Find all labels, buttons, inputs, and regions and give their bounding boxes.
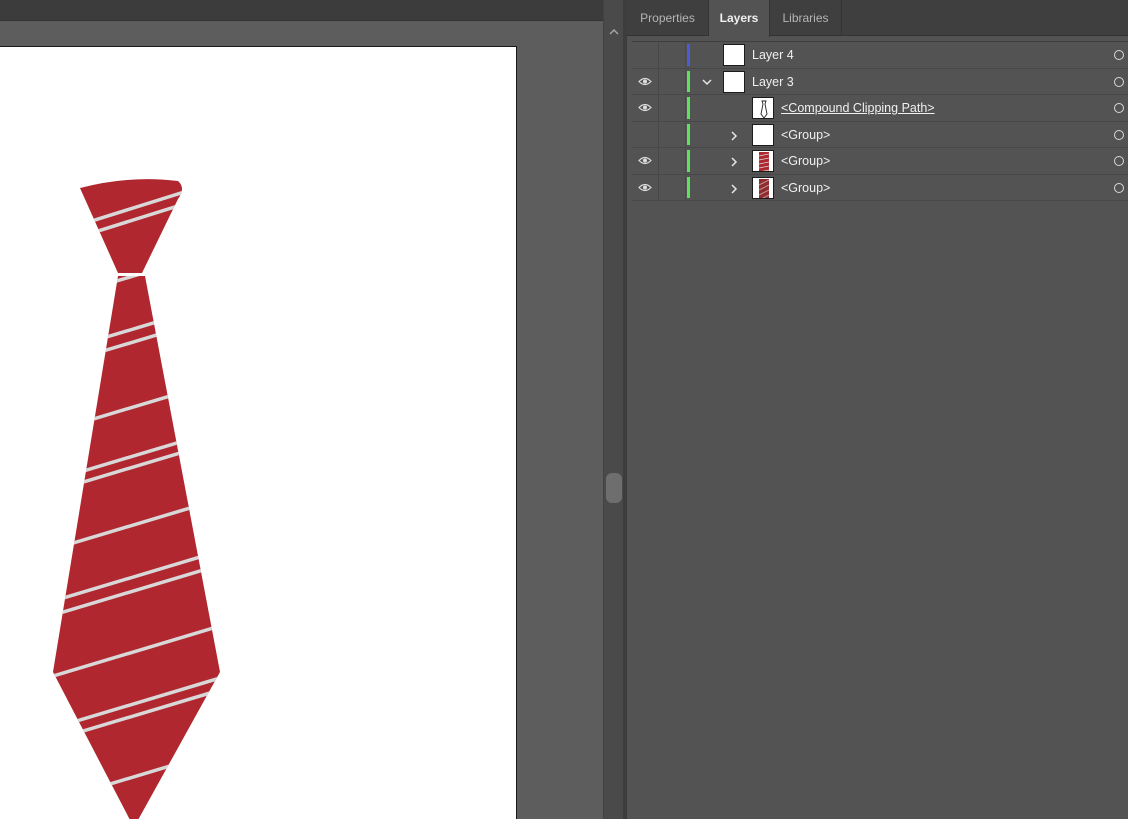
expand-toggle[interactable] <box>726 148 742 174</box>
visibility-toggle[interactable] <box>632 42 659 68</box>
target-circle-icon[interactable] <box>1114 103 1124 113</box>
visibility-toggle[interactable] <box>632 148 659 174</box>
layer-thumbnail <box>752 176 774 199</box>
layer-thumbnail <box>752 150 774 172</box>
layer-color-indicator <box>687 150 690 172</box>
lock-toggle[interactable] <box>659 42 686 68</box>
eye-icon <box>638 183 652 191</box>
tie-knot[interactable] <box>60 179 200 273</box>
layer-row[interactable]: <Group> <box>632 121 1128 148</box>
chevron-right-icon <box>731 157 738 167</box>
layers-panel: Properties Layers Libraries Layer 4 Layer… <box>627 0 1128 819</box>
visibility-toggle[interactable] <box>632 174 659 200</box>
layer-name[interactable]: <Group> <box>781 122 830 148</box>
scroll-up-button[interactable] <box>604 22 624 42</box>
visibility-toggle[interactable] <box>632 121 659 147</box>
document-tab-bar <box>0 0 603 21</box>
layer-row[interactable]: Layer 4 <box>632 42 1128 69</box>
lock-toggle[interactable] <box>659 95 686 121</box>
tab-properties[interactable]: Properties <box>627 0 709 36</box>
target-circle-icon[interactable] <box>1114 156 1124 166</box>
layer-thumbnail <box>752 97 774 119</box>
scrollbar-thumb[interactable] <box>606 473 622 503</box>
layer-row[interactable]: <Compound Clipping Path> <box>632 95 1128 122</box>
layer-thumbnail <box>723 44 745 66</box>
visibility-toggle[interactable] <box>632 95 659 121</box>
layer-row[interactable]: <Group> <box>632 148 1128 175</box>
tab-layers[interactable]: Layers <box>709 0 770 37</box>
tab-libraries[interactable]: Libraries <box>770 0 842 36</box>
artboard[interactable] <box>0 46 517 819</box>
eye-icon <box>638 103 652 112</box>
lock-toggle[interactable] <box>659 148 686 174</box>
expand-toggle[interactable] <box>726 175 742 201</box>
tie-knot-shape <box>80 179 182 273</box>
layer-name[interactable]: <Group> <box>781 148 830 174</box>
expand-toggle[interactable] <box>726 122 742 148</box>
layers-list: Layer 4 Layer 3 <Compound Clipping Path> <G… <box>632 41 1128 201</box>
layer-row[interactable]: Layer 3 <box>632 68 1128 95</box>
lock-toggle[interactable] <box>659 174 686 200</box>
layer-name[interactable]: Layer 4 <box>752 42 794 68</box>
target-circle-icon[interactable] <box>1114 129 1124 140</box>
tie-blade[interactable] <box>40 244 240 819</box>
chevron-right-icon <box>731 130 738 141</box>
target-circle-icon[interactable] <box>1114 76 1124 87</box>
eye-icon <box>638 77 652 85</box>
lock-toggle[interactable] <box>659 121 686 147</box>
chevron-up-icon <box>609 29 619 35</box>
layer-thumbnail <box>752 123 774 146</box>
lock-toggle[interactable] <box>659 68 686 94</box>
chevron-right-icon <box>731 183 738 194</box>
eye-icon <box>638 156 652 165</box>
target-circle-icon[interactable] <box>1114 50 1124 60</box>
layer-color-indicator <box>687 123 690 145</box>
layer-row[interactable]: <Group> <box>632 174 1128 201</box>
layer-color-indicator <box>687 176 690 198</box>
panel-tab-bar: Properties Layers Libraries <box>627 0 1128 37</box>
layer-name[interactable]: <Compound Clipping Path> <box>781 95 935 121</box>
chevron-down-icon <box>702 78 712 85</box>
canvas-area[interactable] <box>0 0 603 819</box>
layer-name[interactable]: Layer 3 <box>752 69 794 95</box>
collapse-toggle[interactable] <box>698 69 714 95</box>
layer-color-indicator <box>687 70 690 92</box>
vertical-scrollbar[interactable] <box>603 0 623 819</box>
layer-name[interactable]: <Group> <box>781 175 830 201</box>
target-circle-icon[interactable] <box>1114 182 1124 193</box>
tie-blade-shape <box>53 276 220 819</box>
layer-thumbnail <box>723 70 745 93</box>
layer-color-indicator <box>687 44 690 66</box>
visibility-toggle[interactable] <box>632 68 659 94</box>
tie-artwork[interactable] <box>0 47 517 819</box>
layer-color-indicator <box>687 97 690 119</box>
